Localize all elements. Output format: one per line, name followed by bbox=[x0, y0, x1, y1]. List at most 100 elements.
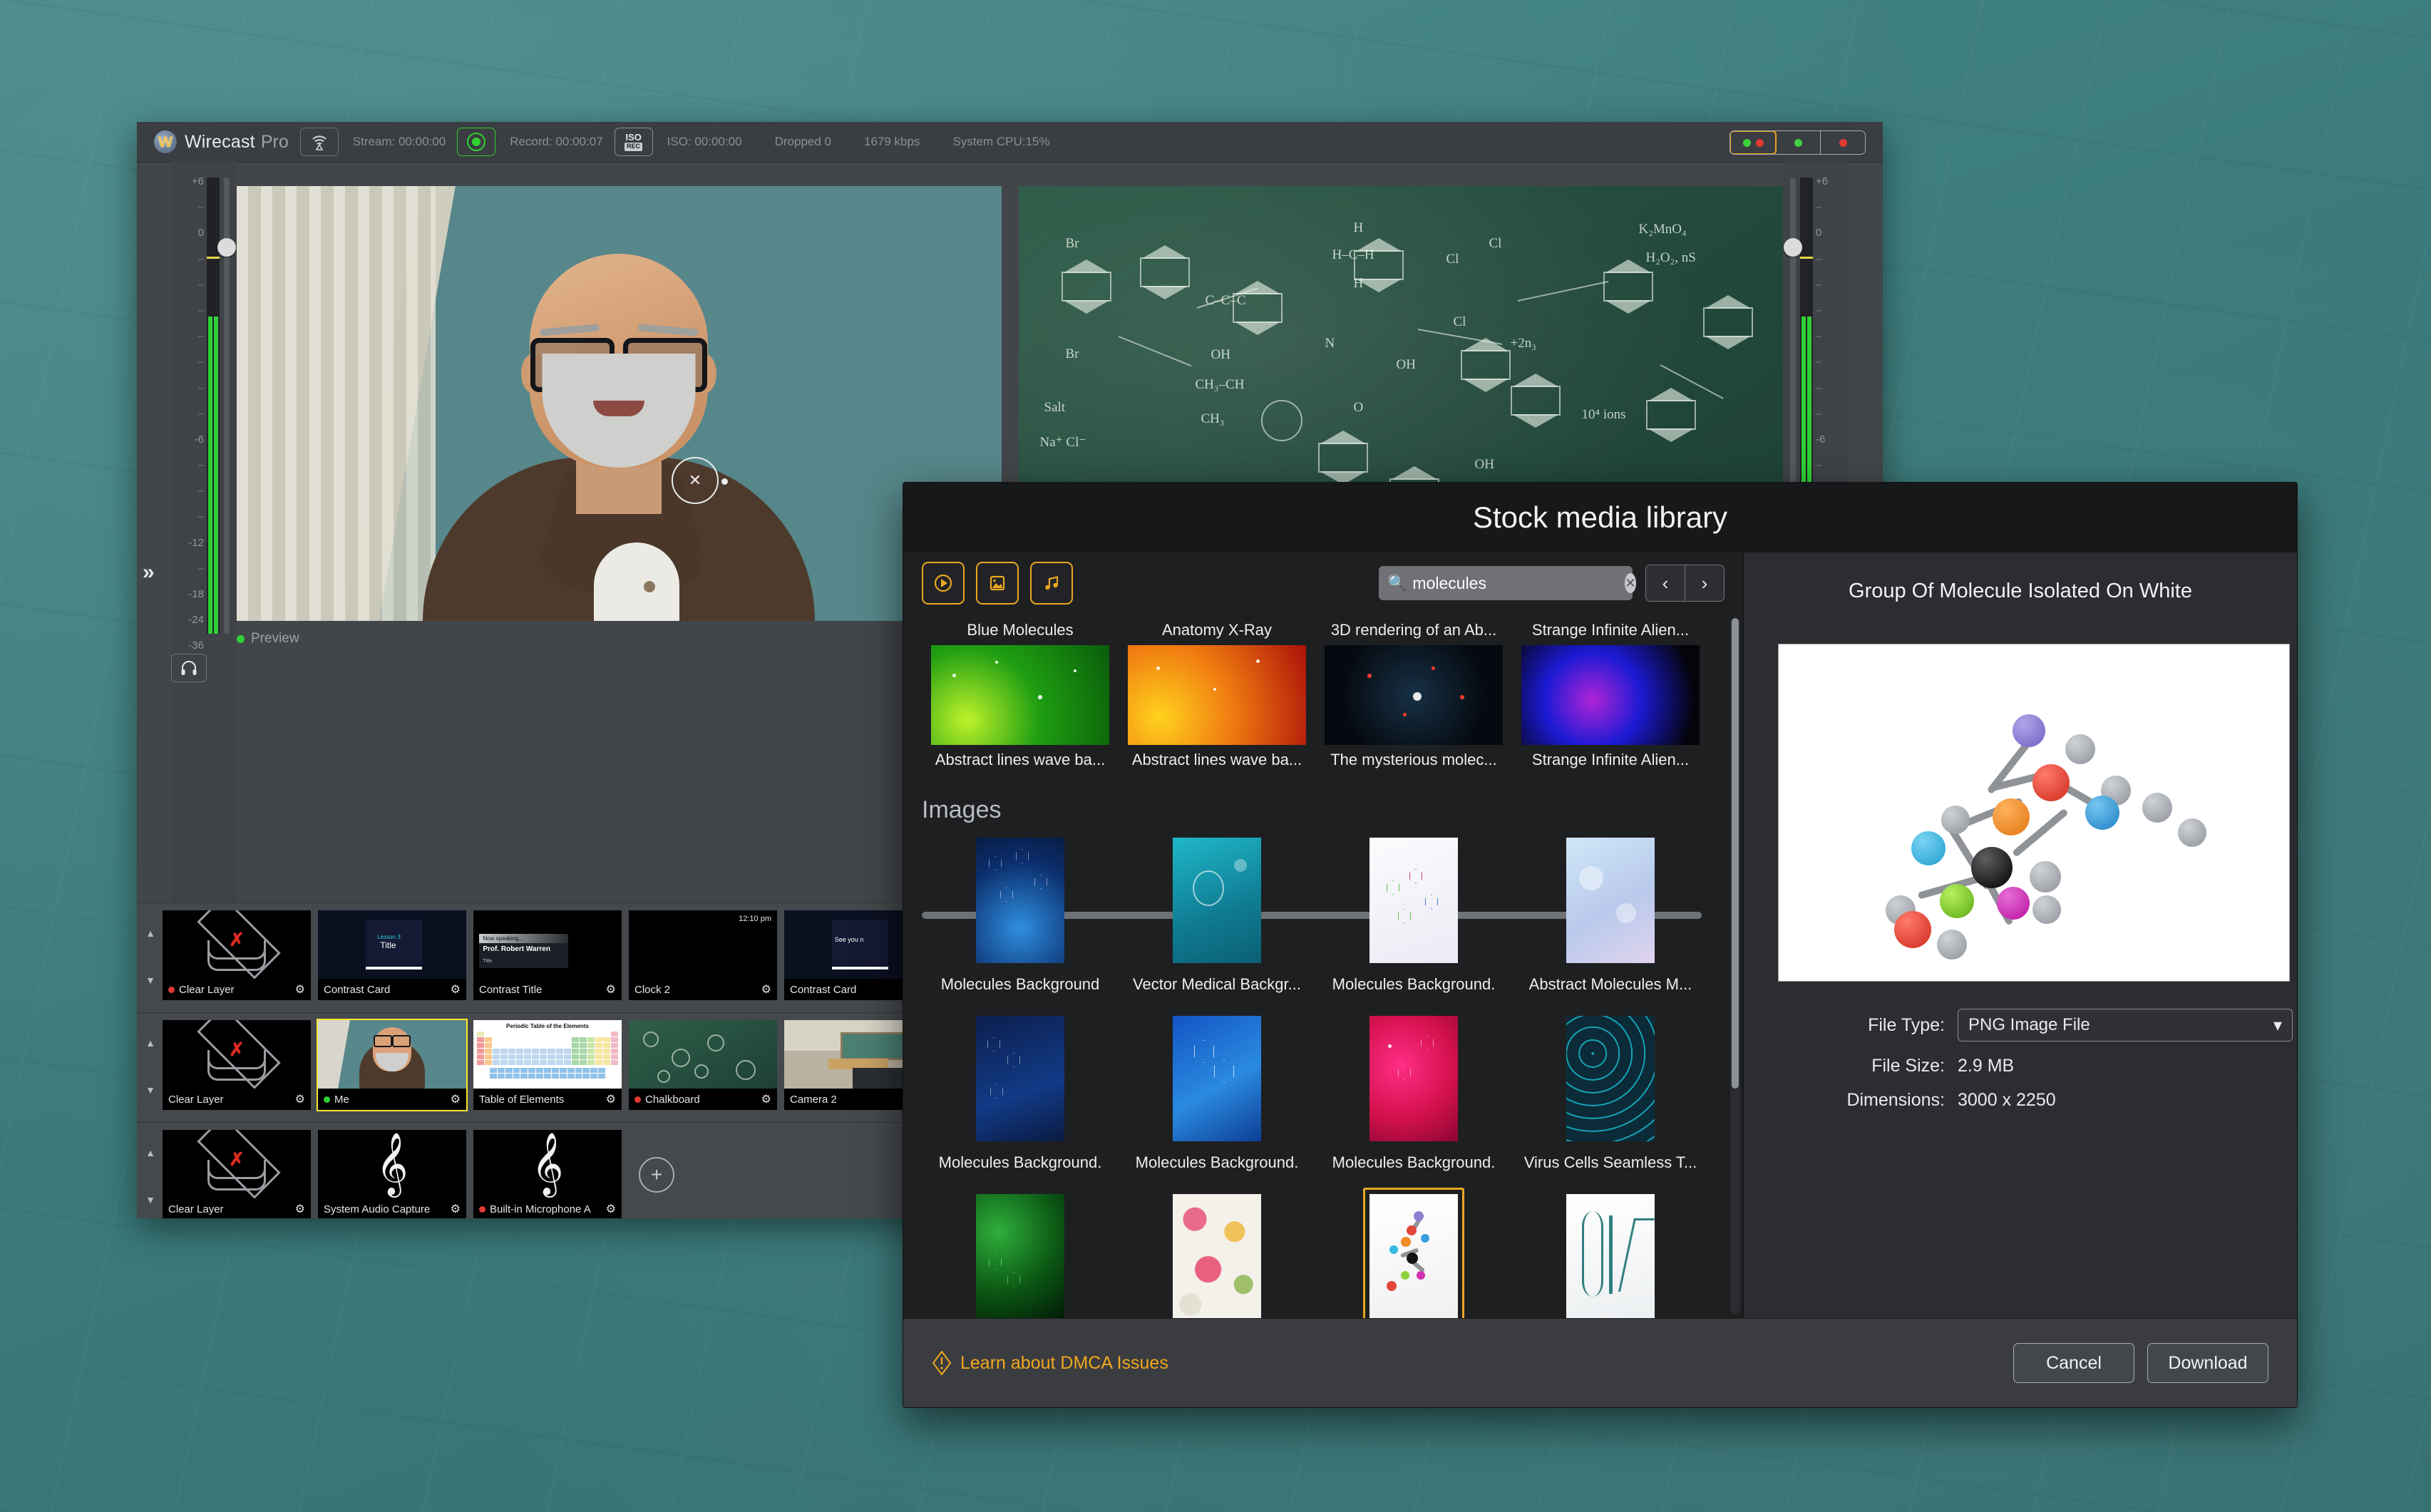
file-type-value: PNG Image File bbox=[1968, 1015, 2090, 1034]
shot-contrast-title[interactable]: Now speaking... Prof. Robert Warren Titl… bbox=[473, 910, 622, 1000]
image-result-item-selected[interactable]: Group Of Molecule Iso... bbox=[1315, 1188, 1512, 1318]
meter-tick-minor bbox=[1816, 255, 1849, 281]
image-result-item[interactable]: Molecules Background. bbox=[922, 1009, 1119, 1172]
dropped-frames: Dropped 0 bbox=[774, 135, 831, 148]
dialog-body: 🔍 ✕ ‹ › Blue Molecules bbox=[903, 552, 2297, 1318]
image-result-item[interactable]: Molecules Background. bbox=[1119, 1009, 1315, 1172]
video-filter-icon-button[interactable] bbox=[922, 562, 965, 605]
gear-icon[interactable]: ⚙ bbox=[761, 982, 771, 997]
iso-time: 00:00:00 bbox=[694, 135, 742, 148]
audio-gain-slider-left[interactable] bbox=[217, 178, 236, 634]
meter-tick-minor bbox=[171, 358, 204, 384]
shot-label-bar: Clear Layer ⚙ bbox=[163, 979, 311, 1000]
gear-icon[interactable]: ⚙ bbox=[451, 1092, 461, 1106]
shot-chalkboard[interactable]: Chalkboard ⚙ bbox=[629, 1020, 777, 1110]
preview-pane[interactable]: ✕ bbox=[237, 186, 1002, 621]
scrollbar-thumb[interactable] bbox=[1732, 618, 1739, 1089]
results-vertical-scrollbar[interactable] bbox=[1730, 618, 1740, 1314]
image-result-item[interactable]: Abstract Molecules M... bbox=[1512, 831, 1709, 994]
layout-preview-button[interactable] bbox=[1776, 131, 1821, 154]
expand-panel-chevrons[interactable]: » bbox=[143, 560, 155, 585]
app-edition: Pro bbox=[260, 131, 289, 152]
green-dot-icon bbox=[1794, 138, 1802, 147]
next-page-button[interactable]: › bbox=[1685, 565, 1724, 601]
file-type-select[interactable]: PNG Image File ▾ bbox=[1958, 1009, 2293, 1042]
headphone-monitor-button[interactable] bbox=[171, 654, 207, 682]
meter-tick-minor bbox=[1816, 203, 1849, 229]
image-thumbnail bbox=[1369, 1016, 1458, 1141]
gear-icon[interactable]: ⚙ bbox=[295, 982, 305, 997]
gear-icon[interactable]: ⚙ bbox=[295, 1202, 305, 1216]
image-result-item[interactable]: Virus Cells Seamless T... bbox=[1512, 1009, 1709, 1172]
shot-thumbnail: ✗ bbox=[163, 910, 311, 979]
image-thumbnail bbox=[1369, 1194, 1458, 1318]
gear-icon[interactable]: ⚙ bbox=[295, 1092, 305, 1106]
record-button[interactable] bbox=[457, 128, 496, 156]
image-result-item[interactable]: Molecules Background. bbox=[1315, 1009, 1512, 1172]
previous-page-button[interactable]: ‹ bbox=[1646, 565, 1685, 601]
image-thumbnail bbox=[1173, 1194, 1261, 1318]
cancel-button[interactable]: Cancel bbox=[2013, 1343, 2134, 1383]
meter-tick-minor bbox=[171, 255, 204, 281]
gear-icon[interactable]: ⚙ bbox=[451, 1202, 461, 1216]
shot-system-audio-capture[interactable]: 𝄞 System Audio Capture ⚙ bbox=[318, 1130, 466, 1218]
dialog-title: Stock media library bbox=[1472, 500, 1728, 534]
dimensions-row: Dimensions: 3000 x 2250 bbox=[1744, 1090, 2297, 1111]
results-toolbar: 🔍 ✕ ‹ › bbox=[903, 552, 1743, 614]
image-result-item[interactable]: Molecules Background. bbox=[1315, 831, 1512, 994]
gear-icon[interactable]: ⚙ bbox=[606, 982, 616, 997]
meter-tick-minor bbox=[171, 487, 204, 513]
gear-icon[interactable]: ⚙ bbox=[451, 982, 461, 997]
shot-me[interactable]: Me ⚙ bbox=[317, 1019, 468, 1111]
meter-tick: +6 bbox=[1816, 175, 1829, 187]
video-result-item[interactable]: Blue Molecules Abstract lines wave ba... bbox=[922, 621, 1119, 769]
shot-table-of-elements[interactable]: Periodic Table of the Elements Table of … bbox=[473, 1020, 622, 1110]
broadcast-icon-button[interactable] bbox=[299, 128, 339, 156]
search-box[interactable]: 🔍 ✕ bbox=[1379, 566, 1636, 600]
gear-icon[interactable]: ⚙ bbox=[606, 1202, 616, 1216]
layer-row-arrows[interactable]: ▲ ▼ bbox=[143, 1147, 158, 1205]
layout-live-button[interactable] bbox=[1821, 131, 1865, 154]
video-caption-above: 3D rendering of an Ab... bbox=[1330, 621, 1497, 639]
image-result-item[interactable]: Virus Cells Seamless T... bbox=[1119, 1188, 1315, 1318]
layout-both-button[interactable] bbox=[1730, 131, 1777, 154]
shot-built-in-microphone[interactable]: 𝄞 Built-in Microphone A ⚙ bbox=[473, 1130, 622, 1218]
shot-clear-layer[interactable]: ✗ Clear Layer ⚙ bbox=[163, 910, 311, 1000]
shot-contrast-card[interactable]: Lesson 3: Title Contrast Card ⚙ bbox=[318, 910, 466, 1000]
iso-status: ISO: 00:00:00 bbox=[667, 135, 742, 149]
video-caption-below: Abstract lines wave ba... bbox=[1131, 751, 1302, 768]
shot-clear-layer[interactable]: ✗ Clear Layer ⚙ bbox=[163, 1020, 311, 1110]
image-caption: Vector Medical Backgr... bbox=[1133, 975, 1301, 993]
video-result-item[interactable]: Strange Infinite Alien... Strange Infini… bbox=[1512, 621, 1709, 769]
audio-meter-scale-left: +6 0 -6 -12 -18 -24 -36 bbox=[171, 176, 204, 668]
presenter-figure bbox=[423, 250, 816, 621]
video-result-item[interactable]: 3D rendering of an Ab... The mysterious … bbox=[1315, 621, 1512, 769]
slider-knob[interactable] bbox=[1784, 238, 1802, 257]
image-result-item[interactable]: Vector Medical Backgr... bbox=[1119, 831, 1315, 994]
gear-icon[interactable]: ⚙ bbox=[761, 1092, 771, 1106]
search-icon: 🔍 bbox=[1387, 574, 1407, 592]
results-scroll-area[interactable]: Blue Molecules Abstract lines wave ba...… bbox=[903, 614, 1727, 1318]
periodic-table-title: Periodic Table of the Elements bbox=[506, 1023, 589, 1029]
layer-row-arrows[interactable]: ▲ ▼ bbox=[143, 1037, 158, 1096]
download-button[interactable]: Download bbox=[2147, 1343, 2268, 1383]
gear-icon[interactable]: ⚙ bbox=[606, 1092, 616, 1106]
image-filter-icon-button[interactable] bbox=[976, 562, 1019, 605]
iso-label: ISO: bbox=[667, 135, 692, 148]
iso-record-button[interactable]: ISO REC bbox=[614, 128, 653, 156]
search-input[interactable] bbox=[1411, 572, 1625, 594]
video-caption-below: Strange Infinite Alien... bbox=[1531, 751, 1690, 768]
shot-transform-handle[interactable]: ✕ bbox=[672, 457, 728, 504]
image-result-item[interactable]: Molecules Background bbox=[922, 831, 1119, 994]
video-result-item[interactable]: Anatomy X-Ray Abstract lines wave ba... bbox=[1119, 621, 1315, 769]
image-result-item[interactable]: Background With Dna bbox=[1512, 1188, 1709, 1318]
audio-filter-icon-button[interactable] bbox=[1030, 562, 1073, 605]
dmca-link[interactable]: Learn about DMCA Issues bbox=[932, 1351, 1168, 1375]
layer-row-arrows[interactable]: ▲ ▼ bbox=[143, 927, 158, 986]
add-shot-button[interactable]: + bbox=[639, 1157, 674, 1193]
clear-search-icon[interactable]: ✕ bbox=[1625, 573, 1636, 593]
shot-clear-layer[interactable]: ✗ Clear Layer ⚙ bbox=[163, 1130, 311, 1218]
shot-clock-2[interactable]: 12:10 pm Clock 2 ⚙ bbox=[629, 910, 777, 1000]
image-result-item[interactable]: Molecules Background. bbox=[922, 1188, 1119, 1318]
slider-knob[interactable] bbox=[217, 238, 236, 257]
